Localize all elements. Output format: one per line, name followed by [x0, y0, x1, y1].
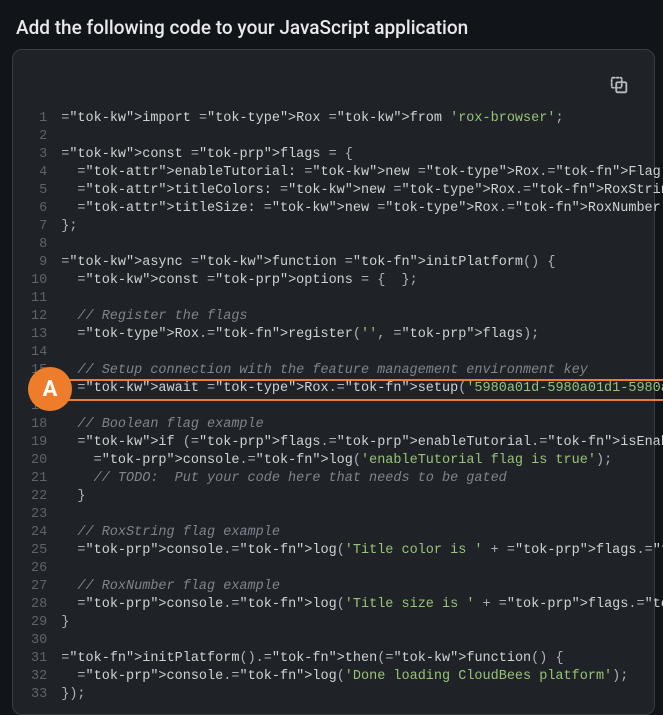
code-line: // RoxNumber flag example: [61, 578, 663, 596]
code-line: ="tok-kw">const ="tok-prp">flags = {: [61, 146, 663, 164]
line-number: 9: [31, 254, 47, 272]
callout-badge-a: A: [28, 367, 72, 411]
line-number: 1: [31, 110, 47, 128]
line-number: 14: [31, 344, 47, 362]
code-line: };: [61, 218, 663, 236]
line-number: 2: [31, 128, 47, 146]
line-number: 33: [31, 686, 47, 704]
line-number: 23: [31, 506, 47, 524]
code-panel: 1234567891011121314151617181920212223242…: [12, 49, 655, 715]
line-number: 22: [31, 488, 47, 506]
code-line: // Setup connection with the feature man…: [61, 362, 663, 380]
code-line: [61, 632, 663, 650]
code-line: [61, 236, 663, 254]
code-line: [61, 128, 663, 146]
code-line: // RoxString flag example: [61, 524, 663, 542]
line-number: 26: [31, 560, 47, 578]
line-number: 11: [31, 290, 47, 308]
code-line: }: [61, 488, 663, 506]
line-number: 8: [31, 236, 47, 254]
code-line: [61, 398, 663, 416]
code-line: ="tok-prp">console.="tok-fn">log('enable…: [61, 452, 663, 470]
code-lines: ="tok-kw">import ="tok-type">Rox ="tok-k…: [61, 110, 663, 714]
line-number: 27: [31, 578, 47, 596]
code-line: ="tok-attr">enableTutorial: ="tok-kw">ne…: [61, 164, 663, 182]
line-number: 25: [31, 542, 47, 560]
code-line: ="tok-kw">async ="tok-kw">function ="tok…: [61, 254, 663, 272]
code-line: ="tok-attr">titleSize: ="tok-kw">new ="t…: [61, 200, 663, 218]
copy-icon[interactable]: [608, 74, 630, 96]
code-line: ="tok-prp">console.="tok-fn">log('Title …: [61, 542, 663, 560]
line-number: 5: [31, 182, 47, 200]
code-line: ="tok-fn">initPlatform().="tok-fn">then(…: [61, 650, 663, 668]
line-number: 32: [31, 668, 47, 686]
line-number: 18: [31, 416, 47, 434]
code-line: [61, 344, 663, 362]
line-number: 10: [31, 272, 47, 290]
code-line: ="tok-kw">const ="tok-prp">options = { }…: [61, 272, 663, 290]
line-number: 21: [31, 470, 47, 488]
line-number: 12: [31, 308, 47, 326]
code-line: ="tok-prp">console.="tok-fn">log('Done l…: [61, 668, 663, 686]
line-number: 31: [31, 650, 47, 668]
line-number: 30: [31, 632, 47, 650]
code-block: 1234567891011121314151617181920212223242…: [13, 50, 654, 714]
code-line: // Register the flags: [61, 308, 663, 326]
code-line: ="tok-attr">titleColors: ="tok-kw">new =…: [61, 182, 663, 200]
code-line: [61, 560, 663, 578]
line-number: 24: [31, 524, 47, 542]
line-number: 4: [31, 164, 47, 182]
code-line: ="tok-type">Rox.="tok-fn">register('', =…: [61, 326, 663, 344]
code-line: [61, 290, 663, 308]
line-number: 20: [31, 452, 47, 470]
line-number: 7: [31, 218, 47, 236]
code-line: ="tok-kw">await ="tok-type">Rox.="tok-fn…: [61, 380, 663, 398]
line-number: 6: [31, 200, 47, 218]
line-number: 19: [31, 434, 47, 452]
line-number: 3: [31, 146, 47, 164]
line-number-gutter: 1234567891011121314151617181920212223242…: [13, 110, 61, 714]
code-line: ="tok-kw">if (="tok-prp">flags.="tok-prp…: [61, 434, 663, 452]
line-number: 13: [31, 326, 47, 344]
code-line: });: [61, 686, 663, 704]
code-line: // TODO: Put your code here that needs t…: [61, 470, 663, 488]
code-line: [61, 506, 663, 524]
section-heading: Add the following code to your JavaScrip…: [0, 0, 663, 49]
code-line: ="tok-prp">console.="tok-fn">log('Title …: [61, 596, 663, 614]
line-number: 28: [31, 596, 47, 614]
code-line: ="tok-kw">import ="tok-type">Rox ="tok-k…: [61, 110, 663, 128]
code-line: }: [61, 614, 663, 632]
code-line: // Boolean flag example: [61, 416, 663, 434]
line-number: 29: [31, 614, 47, 632]
